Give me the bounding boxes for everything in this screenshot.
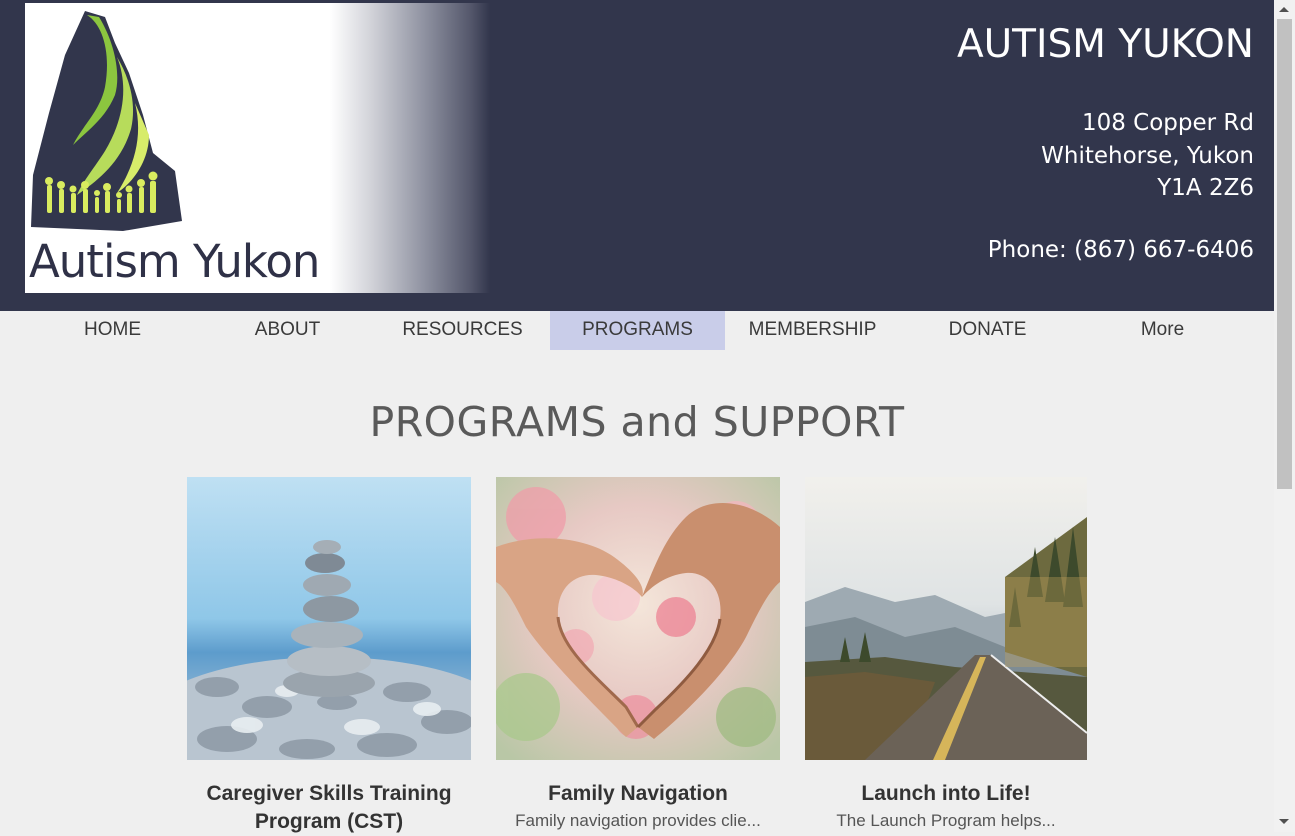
program-card-launch-into-life: Launch into Life! The Launch Program hel… — [805, 477, 1087, 831]
site-logo[interactable]: Autism Yukon — [25, 3, 490, 293]
site-header: Autism Yukon AUTISM YUKON 108 Copper Rd … — [0, 0, 1274, 311]
nav-item-home[interactable]: HOME — [25, 311, 200, 350]
scroll-down-arrow-icon[interactable] — [1279, 819, 1289, 824]
address-line-city: Whitehorse, Yukon — [1041, 142, 1254, 169]
page-title: PROGRAMS and SUPPORT — [369, 398, 905, 446]
card-title-cst[interactable]: Caregiver Skills Training Program (CST) — [187, 780, 471, 836]
heart-hands-image[interactable] — [496, 477, 780, 760]
program-card-cst: Caregiver Skills Training Program (CST) — [187, 477, 471, 836]
phone-number[interactable]: Phone: (867) 667-6406 — [988, 237, 1254, 263]
stacked-stones-image[interactable] — [187, 477, 471, 760]
site-title: AUTISM YUKON — [956, 22, 1254, 67]
card-title-launch-into-life[interactable]: Launch into Life! — [805, 780, 1087, 808]
nav-item-membership[interactable]: MEMBERSHIP — [725, 311, 900, 350]
nav-item-more[interactable]: More — [1075, 311, 1250, 350]
nav-item-about[interactable]: ABOUT — [200, 311, 375, 350]
nav-item-donate[interactable]: DONATE — [900, 311, 1075, 350]
program-card-family-navigation: Family Navigation Family navigation prov… — [496, 477, 780, 831]
address-block: 108 Copper Rd Whitehorse, Yukon Y1A 2Z6 — [1041, 107, 1254, 205]
mountain-road-image[interactable] — [805, 477, 1087, 760]
card-desc-family-navigation: Family navigation provides clie... — [515, 811, 761, 830]
card-desc-launch-into-life: The Launch Program helps... — [836, 811, 1056, 830]
address-line-postal: Y1A 2Z6 — [1157, 175, 1254, 201]
scroll-thumb[interactable] — [1277, 19, 1292, 489]
main-nav: HOME ABOUT RESOURCES PROGRAMS MEMBERSHIP… — [25, 311, 1250, 350]
nav-item-resources[interactable]: RESOURCES — [375, 311, 550, 350]
card-title-family-navigation[interactable]: Family Navigation — [496, 780, 780, 808]
scroll-up-arrow-icon[interactable] — [1279, 7, 1289, 12]
logo-text: Autism Yukon — [29, 235, 320, 288]
nav-item-programs[interactable]: PROGRAMS — [550, 311, 725, 350]
address-line-street: 108 Copper Rd — [1081, 110, 1254, 136]
vertical-scrollbar[interactable] — [1274, 0, 1295, 832]
